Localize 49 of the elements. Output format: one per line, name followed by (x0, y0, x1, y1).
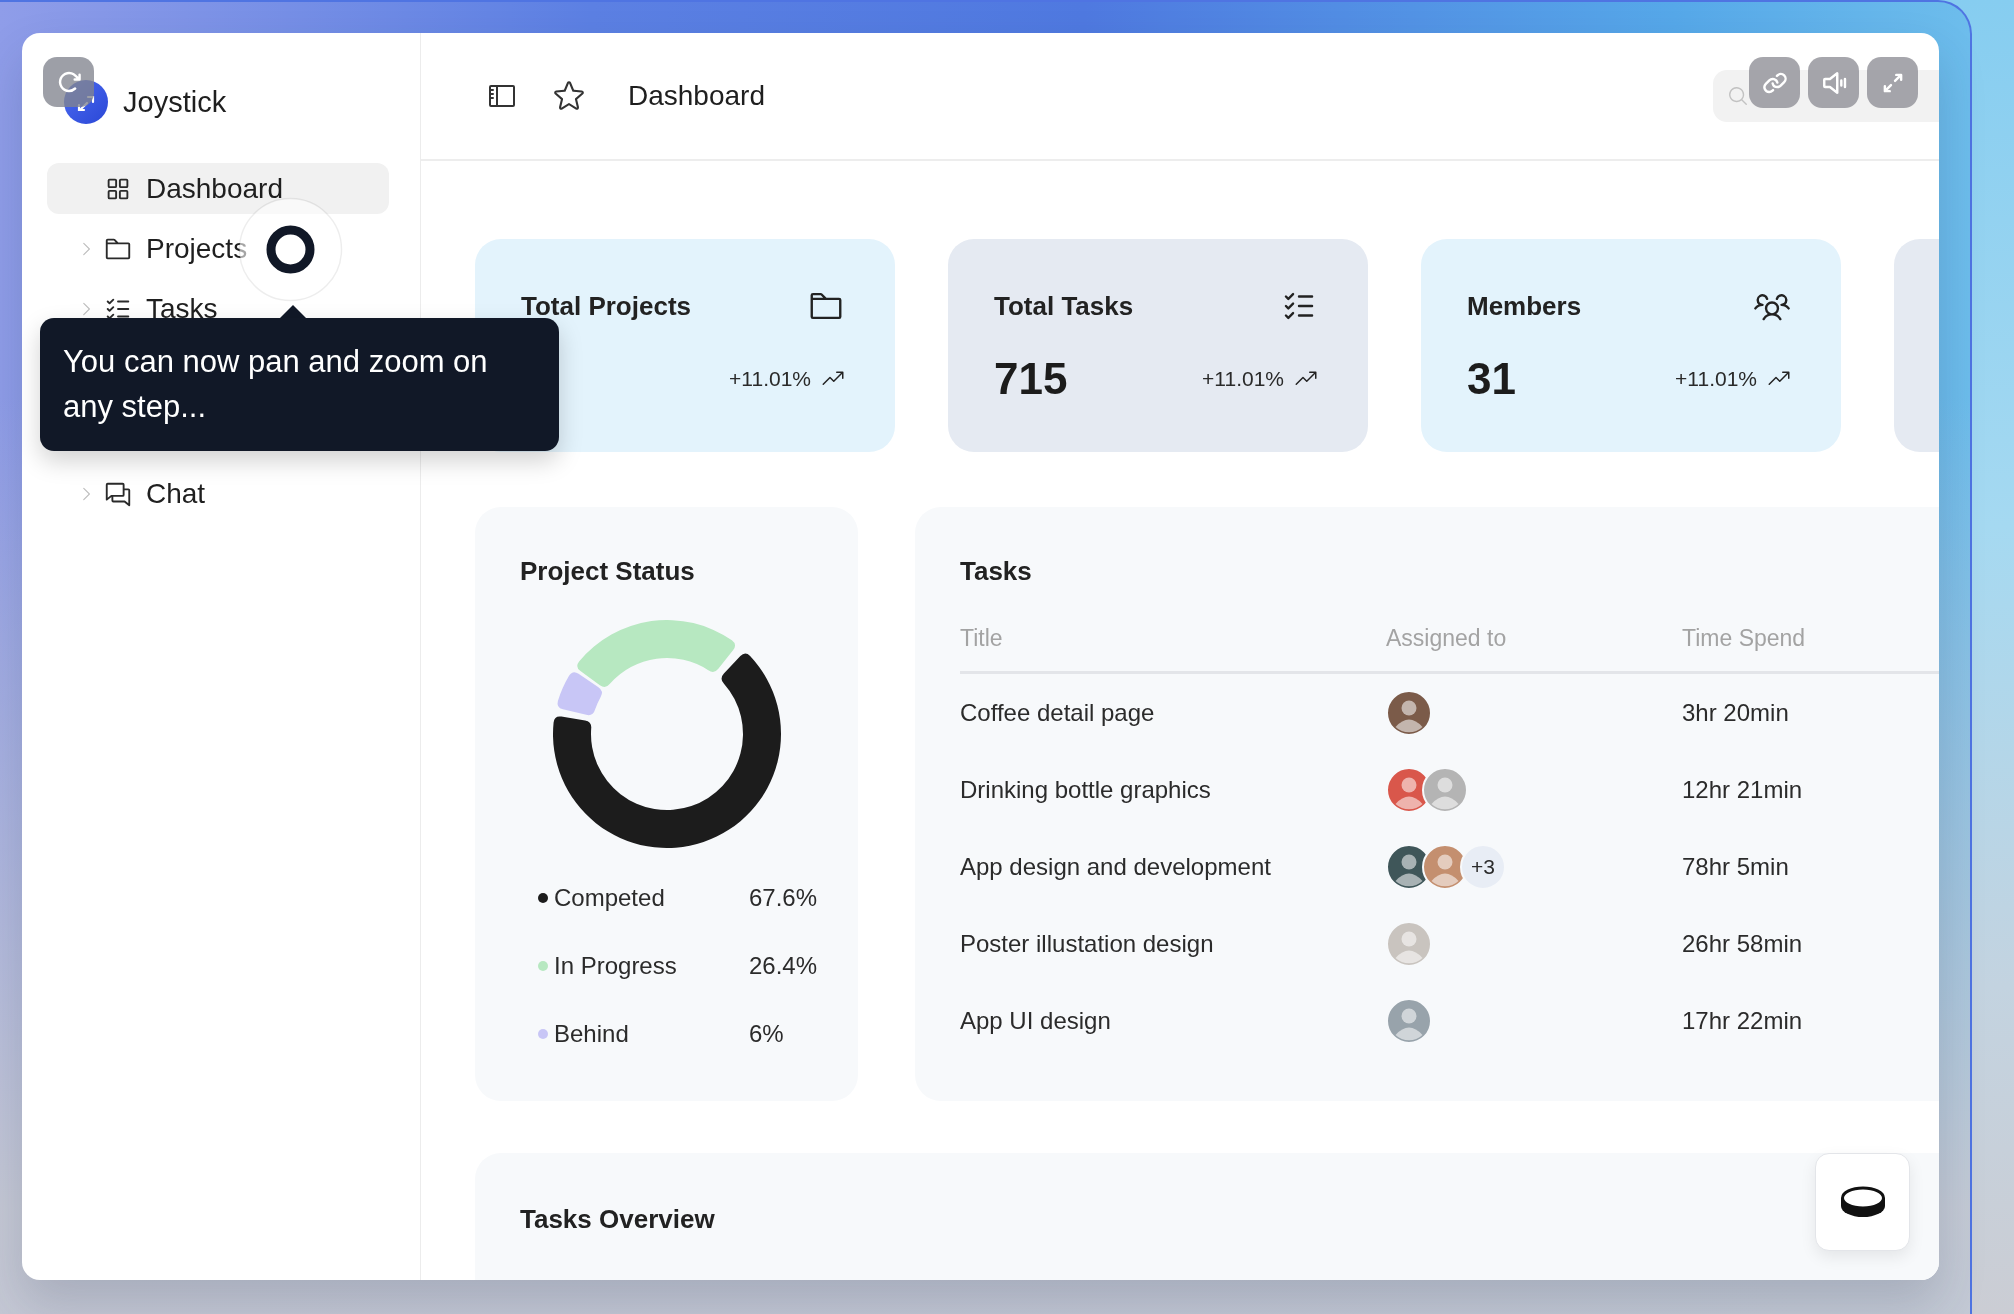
table-cell-text: Poster illustation design (960, 928, 1215, 959)
column-header: Assigned to (1386, 624, 1508, 653)
nav-item[interactable]: Projects (47, 223, 389, 274)
table-cell-text: 3hr 20min (1682, 697, 1790, 728)
table-cell-text: 78hr 5min (1682, 851, 1790, 882)
user-avatar-icon (1386, 689, 1432, 736)
page-title: Dashboard (628, 79, 765, 113)
legend-label: In Progress (554, 951, 678, 981)
panel-title: Project Status (520, 555, 696, 587)
table-cell-text: 26hr 58min (1682, 928, 1804, 959)
nav-item[interactable]: Chat (47, 468, 389, 519)
tooltip-pointer-icon (280, 305, 306, 318)
more-count-badge: +3 (1460, 843, 1506, 890)
card-title: Members (1467, 290, 1582, 322)
user-avatar-icon (1386, 920, 1432, 967)
user-avatar-icon (1422, 766, 1468, 813)
change-percent: +11.01% (729, 366, 811, 392)
panel-title: Tasks Overview (520, 1203, 716, 1235)
legend-label: Behind (554, 1019, 630, 1049)
table-cell-text: Drinking bottle graphics (960, 774, 1212, 805)
tooltip: You can now pan and zoom on any step... (40, 318, 559, 451)
stat-value: 31 (1467, 353, 1516, 405)
table-cell-text: App UI design (960, 1005, 1112, 1036)
change-percent: +11.01% (1202, 366, 1284, 392)
widget-button[interactable] (1815, 1153, 1910, 1251)
star-icon[interactable] (552, 79, 586, 113)
table-cell-text: 17hr 22min (1682, 1005, 1804, 1036)
search-icon (1727, 85, 1749, 107)
link-button[interactable] (1749, 57, 1800, 108)
legend-value: 6% (749, 1019, 785, 1049)
speaker-icon (1820, 69, 1847, 96)
legend-value: 67.6% (749, 883, 819, 913)
expand-button[interactable] (1867, 57, 1918, 108)
stat-value: 715 (994, 353, 1068, 405)
user-avatar-icon (1386, 997, 1432, 1044)
table-cell-text: Coffee detail page (960, 697, 1156, 728)
change-percent: +11.01% (1675, 366, 1757, 392)
column-header: Title (960, 624, 1004, 653)
nav-item[interactable]: Dashboard (47, 163, 389, 214)
panel-title: Tasks (960, 555, 1033, 587)
legend-value: 26.4% (749, 951, 819, 981)
table-cell-text: 12hr 21min (1682, 774, 1804, 805)
legend-label: Competed (554, 883, 666, 913)
app-name: Joystick (123, 85, 227, 120)
card-title: Total Tasks (994, 290, 1134, 322)
refresh-button[interactable] (43, 57, 94, 107)
table-cell-text: App design and development (960, 851, 1272, 882)
column-header: Time Spend (1682, 624, 1807, 653)
speaker-button[interactable] (1808, 57, 1859, 108)
